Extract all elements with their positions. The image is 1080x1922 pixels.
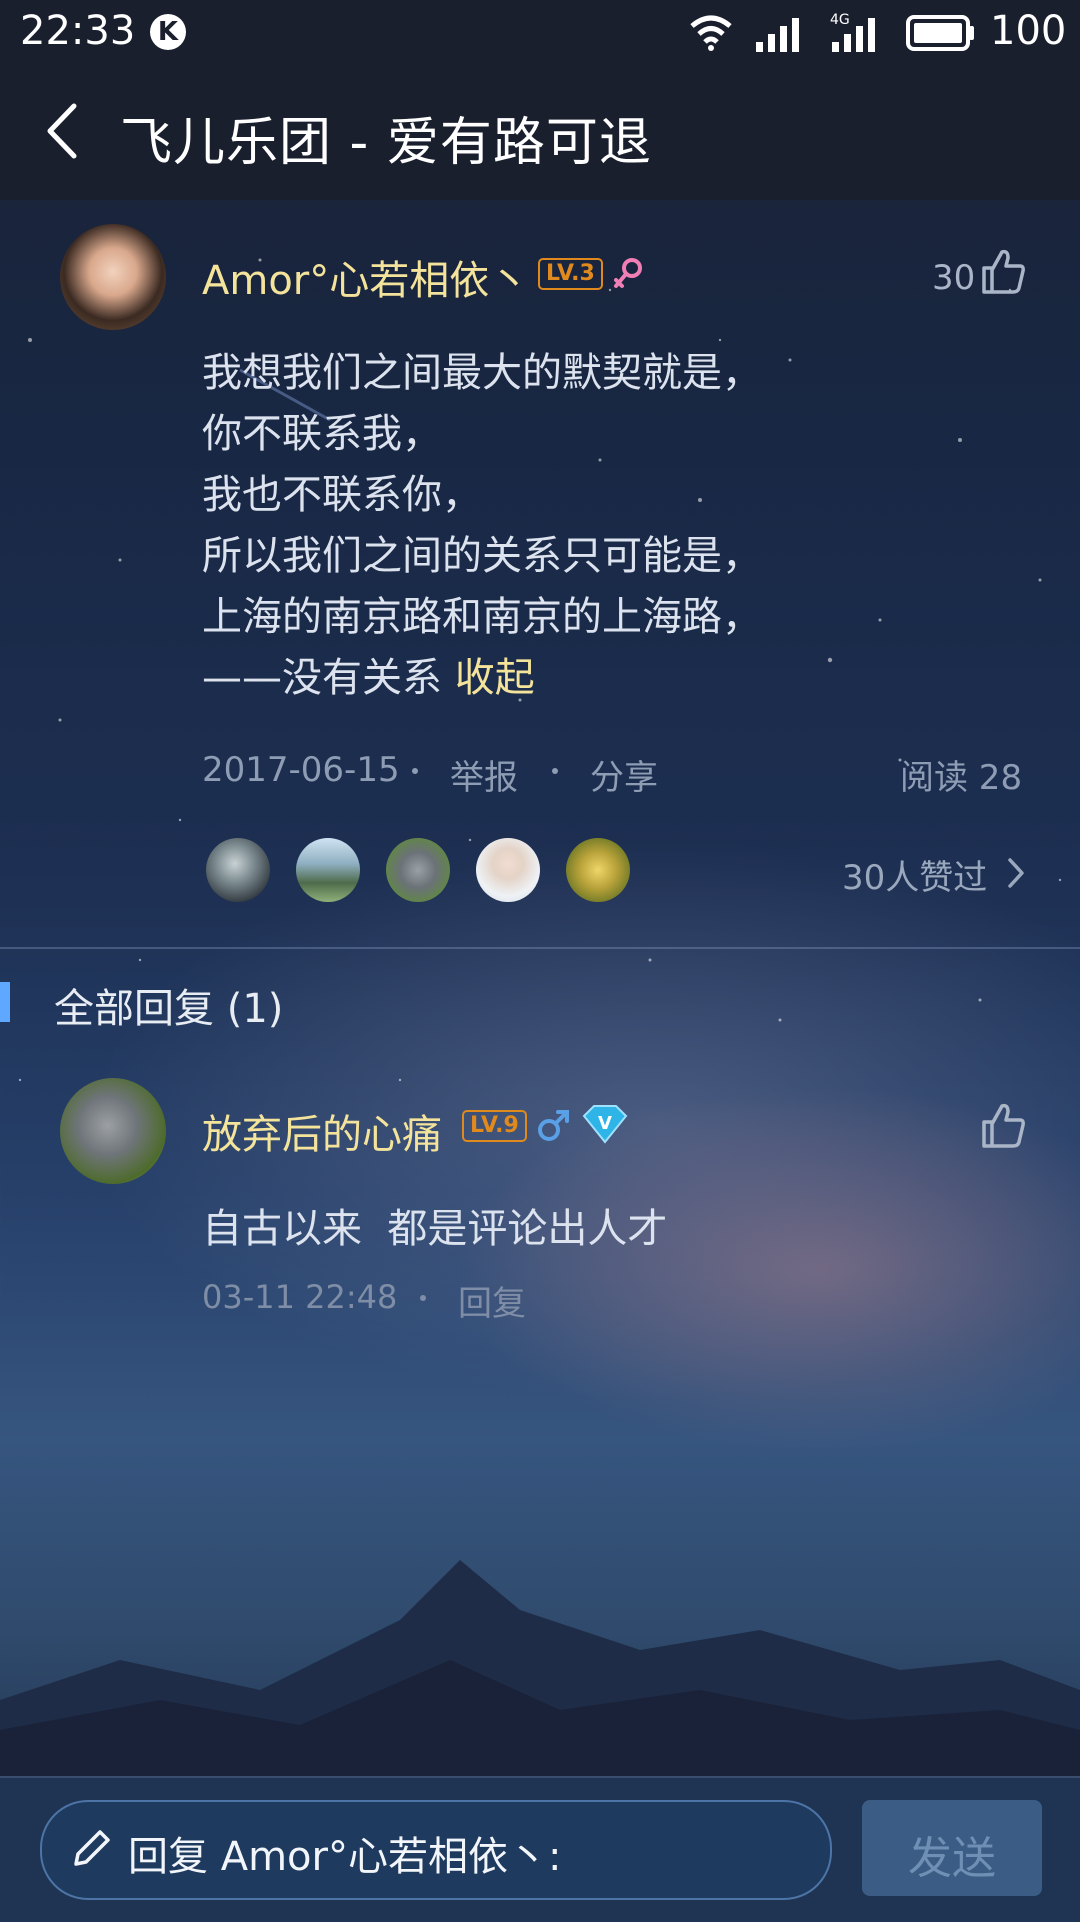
app-notification-icon: K: [150, 14, 186, 50]
post-text-last-line: ——没有关系 收起: [202, 645, 535, 703]
section-divider: [0, 947, 1080, 949]
separator-dot: [552, 768, 558, 774]
status-bar: 22:33 K 4G 100: [0, 0, 1080, 66]
post-level-badge: LV.3: [538, 258, 603, 290]
section-accent-bar: [0, 982, 10, 1022]
reply-time: 03-11 22:48: [202, 1278, 398, 1316]
thumbs-up-icon[interactable]: [978, 1100, 1028, 1150]
collapse-link[interactable]: 收起: [455, 655, 535, 701]
reply-author-avatar[interactable]: [60, 1078, 166, 1184]
reply-to-comment-link[interactable]: 回复: [458, 1276, 526, 1325]
liker-avatar[interactable]: [566, 838, 630, 902]
vip-badge-letter: V: [598, 1113, 612, 1134]
post-text-line: 上海的南京路和南京的上海路，: [202, 594, 762, 640]
male-icon: [538, 1110, 569, 1141]
thumbs-up-icon[interactable]: [978, 246, 1028, 296]
battery-icon: [906, 15, 974, 51]
page-title: 飞儿乐团 - 爱有路可退: [120, 113, 652, 173]
likers-summary[interactable]: 30人赞过: [842, 850, 987, 899]
post-text-line: 你不联系我，: [202, 411, 442, 457]
status-time: 22:33: [20, 8, 136, 54]
signal-icon: [756, 18, 799, 52]
back-arrow-icon[interactable]: [30, 96, 100, 166]
post-text-line: 我想我们之间最大的默契就是，: [202, 350, 762, 396]
post-text-line: ——没有关系: [202, 655, 442, 701]
battery-level: 100: [990, 8, 1067, 54]
reply-text: 自古以来 都是评论出人才: [202, 1206, 668, 1252]
separator-dot: [412, 768, 418, 774]
read-count: 阅读 28: [900, 758, 1023, 798]
mountain-silhouette: [0, 1560, 1080, 1780]
signal-4g-icon: [832, 18, 875, 52]
app-header: 飞儿乐团 - 爱有路可退: [0, 66, 1080, 200]
reply-level-badge: LV.9: [462, 1110, 527, 1142]
post-like-count: 30: [932, 258, 976, 298]
post-date: 2017-06-15: [202, 750, 400, 790]
post-text-line: 我也不联系你，: [202, 472, 482, 518]
report-link[interactable]: 举报: [450, 750, 518, 799]
liker-avatar[interactable]: [206, 838, 270, 902]
post-author-name[interactable]: Amor°心若相依丶: [202, 248, 529, 306]
send-button-label: 发送: [908, 1833, 996, 1884]
separator-dot: [420, 1295, 426, 1301]
post-author-avatar[interactable]: [60, 224, 166, 330]
liker-avatar[interactable]: [386, 838, 450, 902]
liker-avatar[interactable]: [476, 838, 540, 902]
chevron-right-icon[interactable]: [1004, 856, 1028, 890]
wifi-icon: [690, 15, 732, 51]
share-link[interactable]: 分享: [590, 750, 658, 799]
vip-diamond-icon: V: [582, 1105, 628, 1144]
replies-section-title: 全部回复 (1): [54, 986, 284, 1032]
post-text-line: 所以我们之间的关系只可能是，: [202, 533, 762, 579]
reply-input-placeholder: 回复 Amor°心若相依丶:: [128, 1834, 562, 1880]
reply-author-name[interactable]: 放弃后的心痛: [202, 1102, 442, 1160]
liker-avatar[interactable]: [296, 838, 360, 902]
pencil-icon: [74, 1830, 110, 1866]
female-icon: [614, 258, 642, 288]
